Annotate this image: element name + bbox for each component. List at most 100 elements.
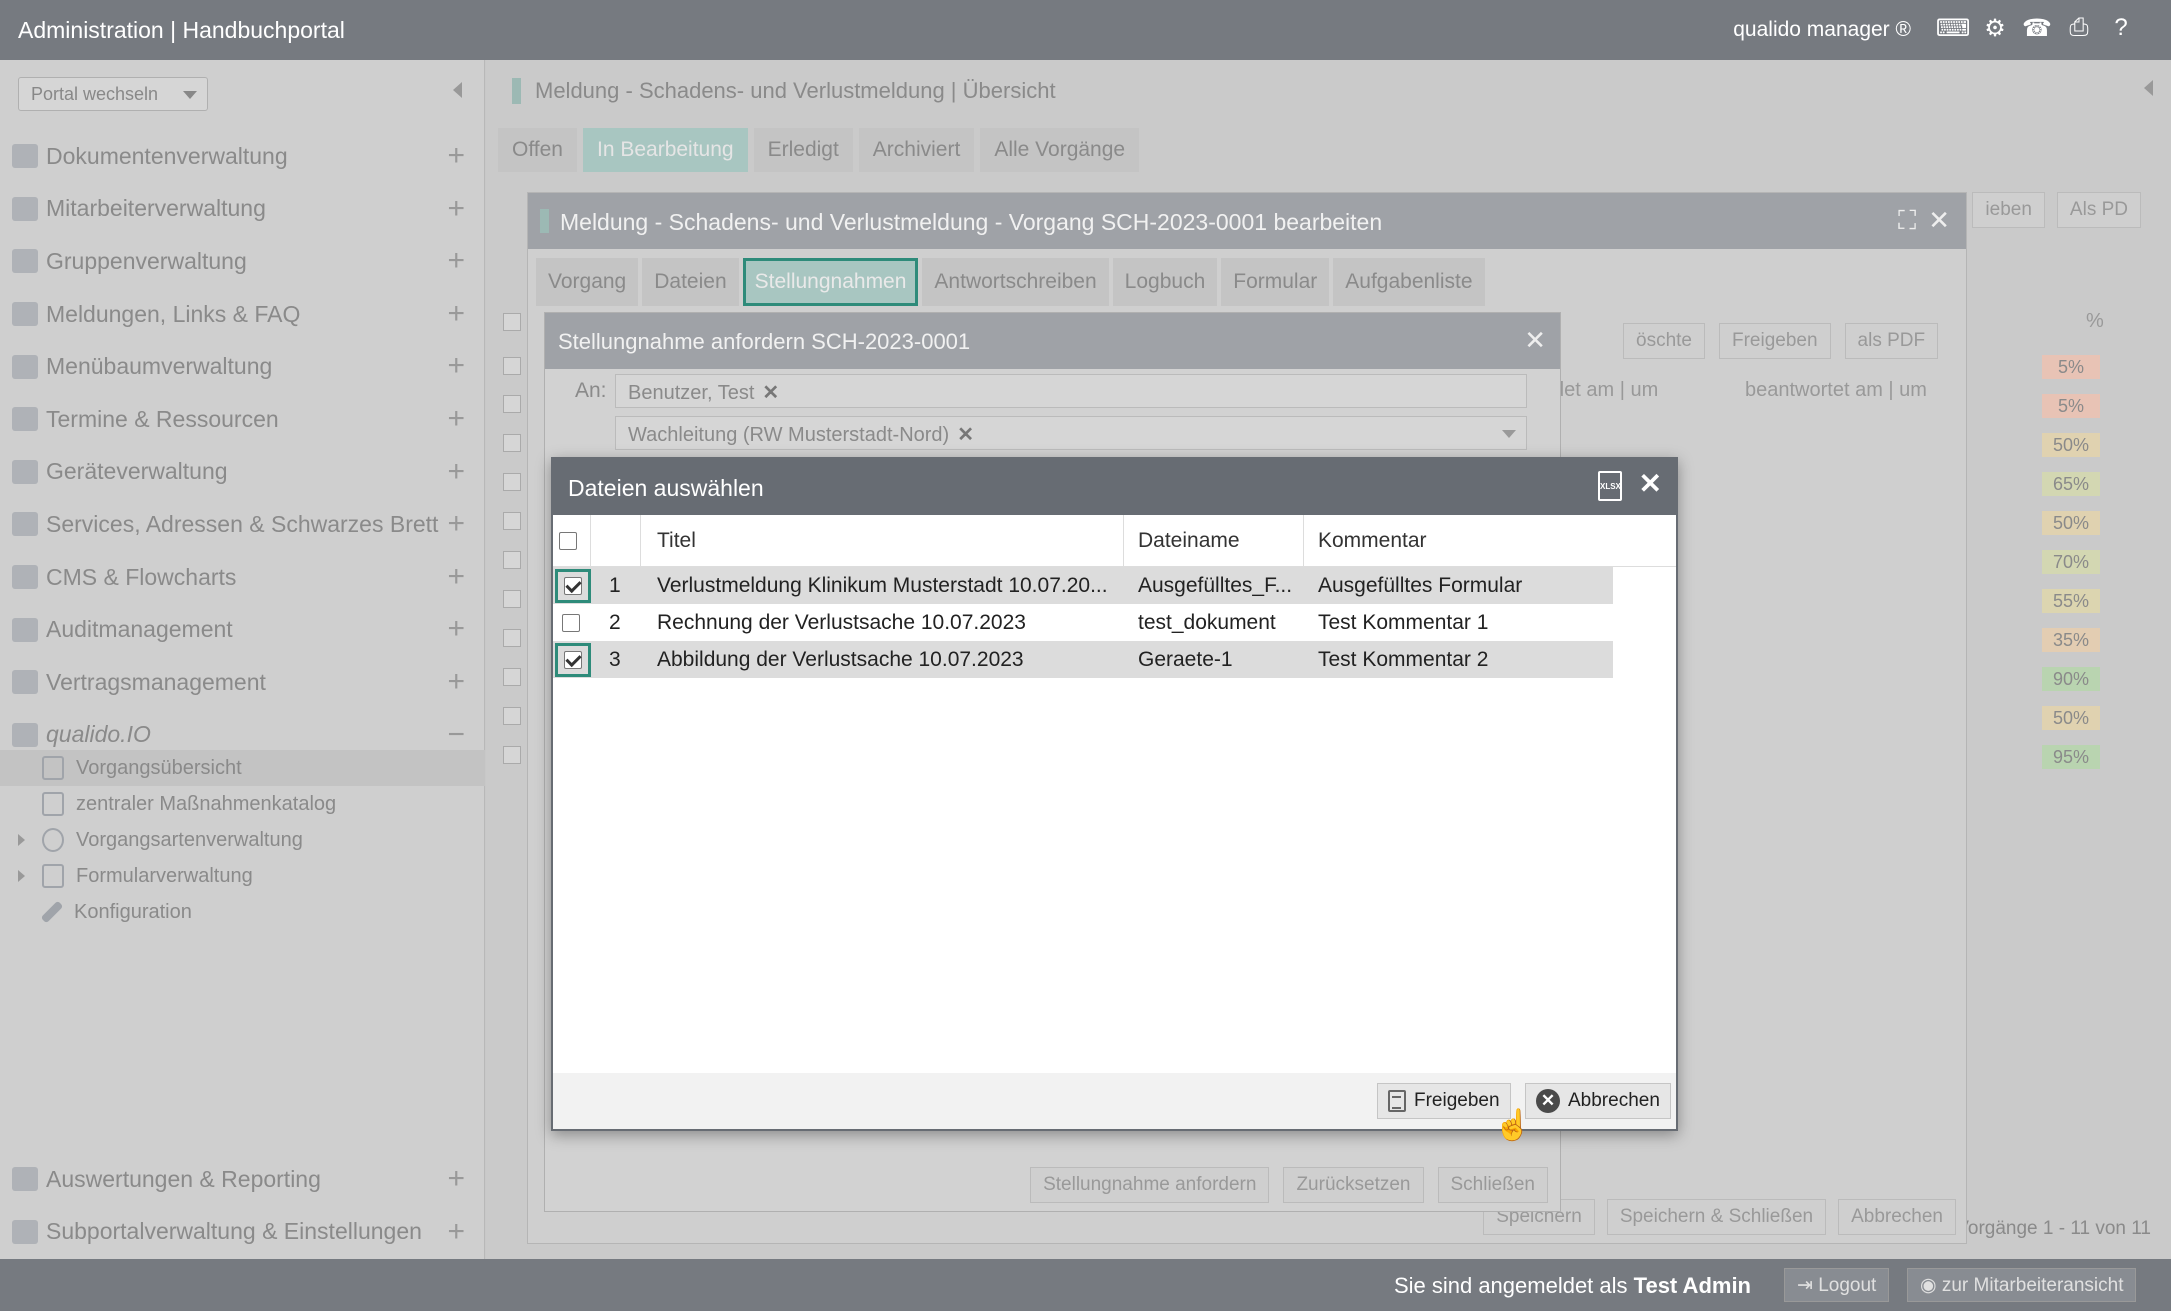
table-row[interactable]: 2 Rechnung der Verlustsache 10.07.2023 t… (553, 604, 1613, 641)
group-recipient-field[interactable]: Wachleitung (RW Musterstadt-Nord) ✕ (615, 416, 1527, 450)
row-checkbox[interactable] (503, 313, 521, 331)
settings-icon[interactable]: ⚙ (1981, 14, 2009, 42)
expand-icon[interactable]: + (447, 614, 465, 644)
sidebar-item-geraete[interactable]: Geräteverwaltung + (0, 446, 485, 499)
sidebar-item-vorgangsuebersicht[interactable]: Vorgangsübersicht (0, 750, 485, 786)
row-checkbox[interactable] (564, 576, 582, 595)
row-checkbox[interactable] (503, 512, 521, 530)
comment-column-header[interactable]: Kommentar (1304, 515, 1604, 566)
collapse-panel-icon[interactable] (2144, 80, 2153, 96)
row-checkbox[interactable] (564, 650, 582, 669)
row-checkbox[interactable] (503, 668, 521, 686)
delete-button[interactable]: öschte (1623, 323, 1705, 359)
tab-alle-vorgaenge[interactable]: Alle Vorgänge (980, 128, 1140, 172)
expand-icon[interactable]: + (447, 193, 465, 223)
remove-recipient-icon[interactable]: ✕ (957, 424, 974, 446)
sidebar-item-auswertungen[interactable]: Auswertungen & Reporting + (0, 1153, 485, 1206)
close-icon[interactable]: ✕ (1928, 205, 1950, 237)
row-checkbox[interactable] (503, 395, 521, 413)
recipient-field[interactable]: Benutzer, Test ✕ (615, 374, 1527, 408)
collapse-icon[interactable]: − (447, 719, 465, 749)
expand-icon[interactable]: + (447, 246, 465, 276)
expand-arrow-icon[interactable] (18, 834, 25, 846)
expand-icon[interactable]: + (447, 1216, 465, 1246)
sidebar-item-vertrag[interactable]: Vertragsmanagement + (0, 656, 485, 709)
table-row[interactable]: 1 Verlustmeldung Klinikum Musterstadt 10… (553, 567, 1613, 604)
print-icon[interactable]: ⎙ (2065, 14, 2093, 42)
tab-stellungnahmen[interactable]: Stellungnahmen (742, 258, 919, 306)
pdf-export-button[interactable]: als PDF (1844, 323, 1939, 359)
portal-select[interactable]: Portal wechseln (18, 77, 208, 111)
write-button[interactable]: ieben (1972, 192, 2045, 228)
expand-icon[interactable]: + (447, 456, 465, 486)
sidebar-item-meldungen[interactable]: Meldungen, Links & FAQ + (0, 288, 485, 341)
tab-vorgang[interactable]: Vorgang (536, 258, 639, 306)
tab-erledigt[interactable]: Erledigt (753, 128, 853, 172)
select-all-checkbox[interactable] (559, 531, 577, 550)
row-checkbox[interactable] (562, 613, 580, 632)
remove-recipient-icon[interactable]: ✕ (762, 382, 779, 404)
row-checkbox[interactable] (503, 629, 521, 647)
sidebar-item-services[interactable]: Services, Adressen & Schwarzes Brett + (0, 498, 485, 551)
sidebar-item-cms[interactable]: CMS & Flowcharts + (0, 551, 485, 604)
close-button[interactable]: Schließen (1437, 1167, 1548, 1203)
close-icon[interactable]: ✕ (1524, 325, 1546, 356)
row-checkbox[interactable] (503, 434, 521, 452)
release-button[interactable]: Freigeben (1718, 323, 1831, 359)
sidebar-item-audit[interactable]: Auditmanagement + (0, 603, 485, 656)
request-statement-button[interactable]: Stellungnahme anfordern (1030, 1167, 1270, 1203)
sidebar-item-konfiguration[interactable]: Konfiguration (0, 894, 485, 930)
filename-column-header[interactable]: Dateiname (1124, 515, 1304, 566)
tab-aufgabenliste[interactable]: Aufgabenliste (1333, 258, 1485, 306)
cancel-dialog-button[interactable]: ✕ Abbrechen (1525, 1083, 1671, 1119)
reset-button[interactable]: Zurücksetzen (1283, 1167, 1424, 1203)
expand-icon[interactable]: + (447, 666, 465, 696)
table-row[interactable]: 3 Abbildung der Verlustsache 10.07.2023 … (553, 641, 1613, 678)
row-checkbox[interactable] (503, 707, 521, 725)
close-icon[interactable]: ✕ (1639, 469, 1662, 499)
expand-arrow-icon[interactable] (18, 870, 25, 882)
row-checkbox[interactable] (503, 473, 521, 491)
keyboard-icon[interactable]: ⌨ (1936, 14, 1971, 42)
save-close-button[interactable]: Speichern & Schließen (1606, 1199, 1827, 1235)
help-icon[interactable]: ? (2107, 14, 2135, 42)
sidebar-item-subportal[interactable]: Subportalverwaltung & Einstellungen + (0, 1206, 485, 1259)
tab-antwortschreiben[interactable]: Antwortschreiben (922, 258, 1109, 306)
tab-archiviert[interactable]: Archiviert (858, 128, 975, 172)
expand-icon[interactable]: + (447, 1164, 465, 1194)
release-files-button[interactable]: Freigeben (1377, 1083, 1511, 1119)
sidebar-item-mitarbeiterverwaltung[interactable]: Mitarbeiterverwaltung + (0, 183, 485, 236)
expand-icon[interactable]: + (447, 298, 465, 328)
expand-icon[interactable]: + (447, 561, 465, 591)
cancel-button[interactable]: Abbrechen (1838, 1199, 1956, 1235)
tab-logbuch[interactable]: Logbuch (1112, 258, 1218, 306)
logout-button[interactable]: ⇥ Logout (1784, 1268, 1890, 1302)
tab-formular[interactable]: Formular (1221, 258, 1330, 306)
chevron-down-icon[interactable] (1502, 430, 1516, 438)
sidebar-item-termine[interactable]: Termine & Ressourcen + (0, 393, 485, 446)
maximize-icon[interactable]: ⛶ (1898, 205, 1916, 237)
row-checkbox[interactable] (503, 590, 521, 608)
title-column-header[interactable]: Titel (641, 515, 1124, 566)
xlsx-export-icon[interactable]: XLSX (1598, 471, 1622, 501)
row-checkbox[interactable] (503, 357, 521, 375)
expand-icon[interactable]: + (447, 509, 465, 539)
fax-icon[interactable]: ☎ (2022, 14, 2052, 42)
row-checkbox[interactable] (503, 746, 521, 764)
sidebar-item-formularverwaltung[interactable]: Formularverwaltung (0, 858, 485, 894)
tab-offen[interactable]: Offen (498, 128, 577, 172)
sidebar-item-vorgangsarten[interactable]: Vorgangsartenverwaltung (0, 822, 485, 858)
expand-icon[interactable]: + (447, 351, 465, 381)
sidebar-item-dokumentenverwaltung[interactable]: Dokumentenverwaltung + (0, 130, 485, 183)
expand-icon[interactable]: + (447, 403, 465, 433)
collapse-sidebar-icon[interactable] (453, 82, 462, 98)
sidebar-item-gruppenverwaltung[interactable]: Gruppenverwaltung + (0, 235, 485, 288)
tab-dateien[interactable]: Dateien (642, 258, 739, 306)
tab-in-bearbeitung[interactable]: In Bearbeitung (582, 128, 748, 172)
sidebar-item-menuebaum[interactable]: Menübaumverwaltung + (0, 340, 485, 393)
employee-view-button[interactable]: ◉ zur Mitarbeiteransicht (1907, 1268, 2137, 1302)
pdf-button[interactable]: Als PD (2056, 192, 2141, 228)
expand-icon[interactable]: + (447, 141, 465, 171)
row-checkbox[interactable] (503, 551, 521, 569)
sidebar-item-massnahmenkatalog[interactable]: zentraler Maßnahmenkatalog (0, 786, 485, 822)
